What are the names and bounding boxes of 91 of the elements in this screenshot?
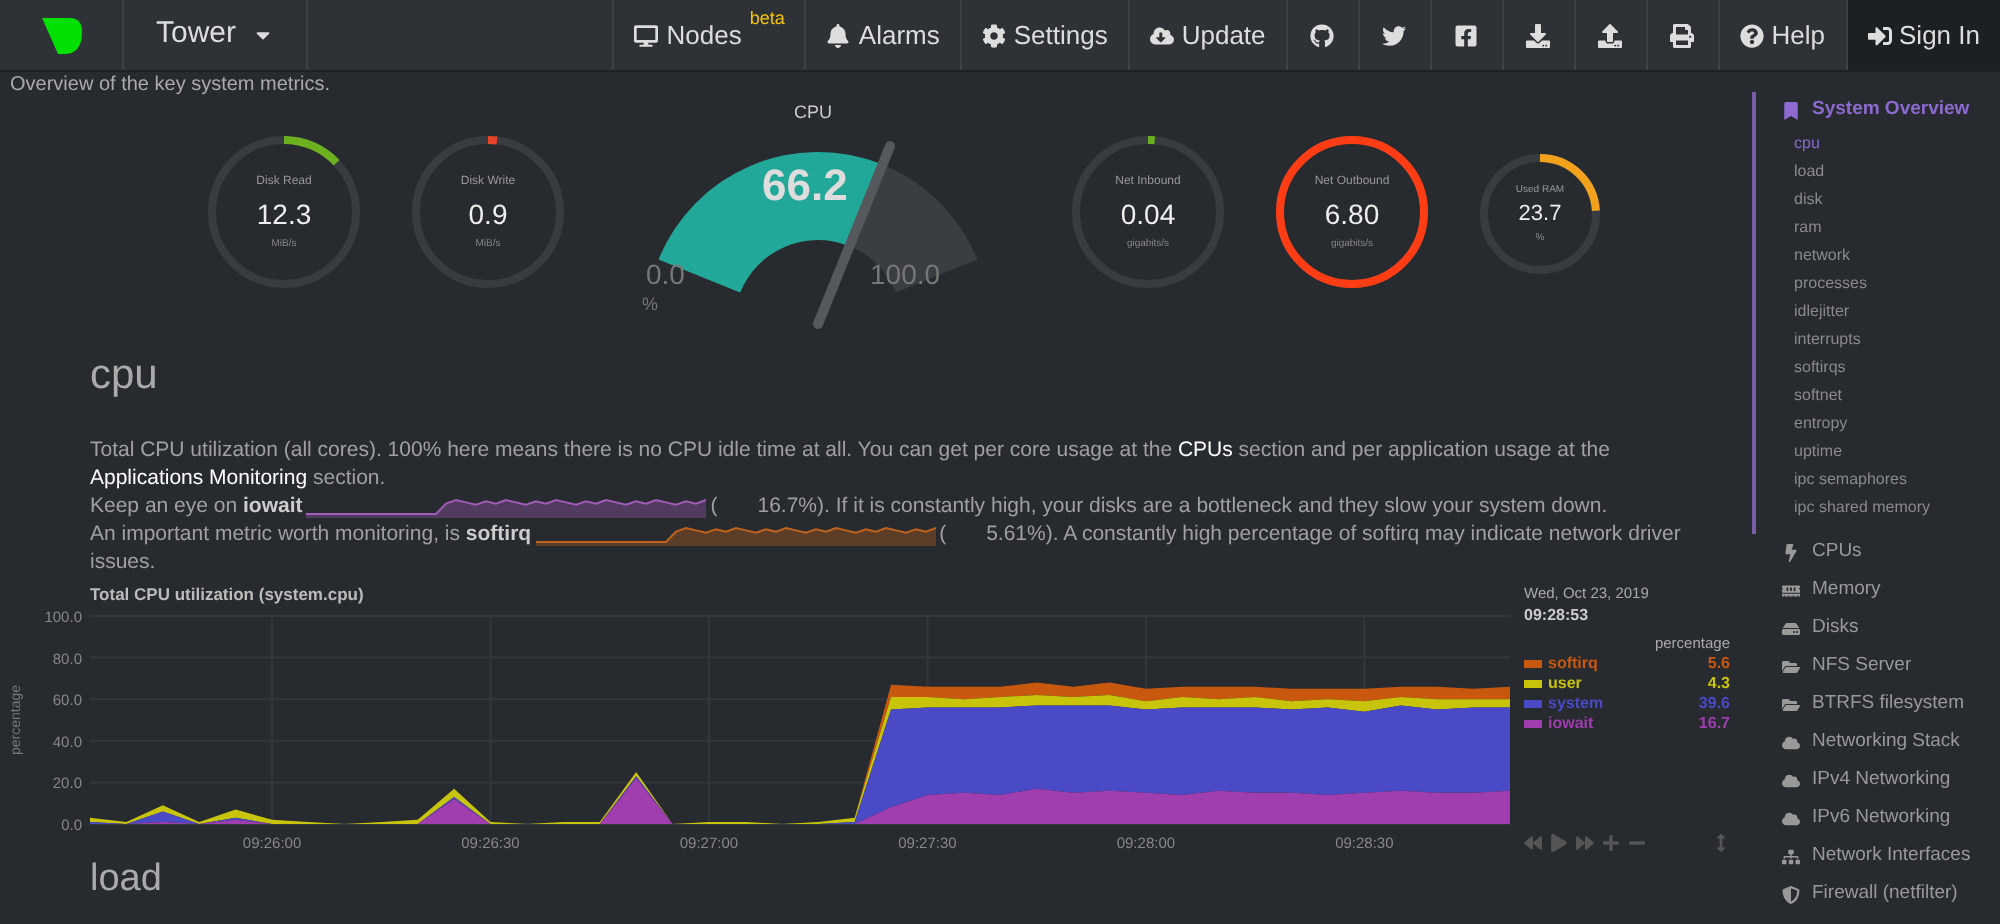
- sidebar-section[interactable]: Network Interfaces: [1782, 838, 2000, 876]
- legend-swatch: [1524, 660, 1542, 668]
- gauge-title: CPU: [794, 104, 833, 122]
- rewind-icon: [1524, 834, 1542, 852]
- legend-value: 5.6: [1707, 656, 1730, 672]
- logo-icon[interactable]: [39, 15, 83, 55]
- sidebar-section[interactable]: CPUs: [1782, 534, 2000, 572]
- sidebar-section[interactable]: System Overview: [1782, 92, 2000, 130]
- drive-icon: [1782, 620, 1800, 638]
- sidebar-item[interactable]: disk: [1782, 186, 2000, 214]
- legend-swatch: [1524, 700, 1542, 708]
- sidebar-section[interactable]: BTRFS filesystem: [1782, 686, 2000, 724]
- legend-label: iowait: [1548, 716, 1594, 732]
- sidebar-item[interactable]: processes: [1782, 270, 2000, 298]
- bird-icon: [1382, 23, 1407, 47]
- fast-forward-icon: [1576, 834, 1594, 852]
- sidebar-item[interactable]: softnet: [1782, 382, 2000, 410]
- sidebar-item[interactable]: idlejitter: [1782, 298, 2000, 326]
- legend-swatch: [1524, 680, 1542, 688]
- bell-icon: [826, 23, 851, 47]
- legend-time: 09:28:53: [1524, 604, 1591, 626]
- sidebar-item[interactable]: softirqs: [1782, 354, 2000, 382]
- gauge-unit: %: [642, 296, 659, 314]
- section-link[interactable]: Applications Monitoring: [90, 466, 308, 490]
- play-icon: [1550, 834, 1568, 852]
- print-icon: [1670, 23, 1695, 47]
- memory-chip-icon: [1782, 582, 1800, 600]
- folder-icon: [1782, 696, 1800, 714]
- gauge-value: 6.80: [1324, 199, 1380, 227]
- bookmark-icon: [1782, 102, 1800, 120]
- download-icon: [1526, 23, 1551, 47]
- chart-title: Total CPU utilization (system.cpu): [90, 584, 366, 604]
- gauge-value: 0.04: [1120, 199, 1176, 227]
- sidebar-section[interactable]: Networking Stack: [1782, 724, 2000, 762]
- legend-value: 4.3: [1707, 676, 1730, 692]
- cloud-icon: [1782, 734, 1800, 752]
- sidebar-item[interactable]: entropy: [1782, 410, 2000, 438]
- gauge-value: 0.9: [468, 199, 508, 227]
- legend-value: 16.7: [1698, 716, 1730, 732]
- sidebar-item[interactable]: ipc semaphores: [1782, 466, 2000, 494]
- legend-label: user: [1548, 676, 1582, 692]
- cloud-download-icon: [1149, 23, 1174, 47]
- nav-button[interactable]: Settings: [959, 0, 1128, 70]
- nav-button[interactable]: Alarms: [804, 0, 960, 70]
- sidebar-section[interactable]: Memory: [1782, 572, 2000, 610]
- legend-swatch: [1524, 720, 1542, 728]
- gauge-min: 0.0: [646, 260, 685, 288]
- settings-icon: [981, 23, 1006, 47]
- folder-icon: [1782, 658, 1800, 676]
- legend-label: softirq: [1548, 656, 1598, 672]
- sidebar-section[interactable]: Firewall (netfilter): [1782, 876, 2000, 914]
- shield-icon: [1782, 886, 1800, 904]
- host-dropdown[interactable]: Tower: [124, 0, 309, 70]
- sitemap-icon: [1782, 848, 1800, 866]
- description-text: An important metric worth monitoring, is softirq ( 5.61%). A constantly high percentage of softirq may indicate network driver issues.: [90, 520, 1683, 576]
- nav-button[interactable]: Update: [1127, 0, 1286, 70]
- nav-button[interactable]: Nodes $^{beta}$: [612, 0, 805, 70]
- legend-value: 39.6: [1698, 696, 1730, 712]
- sign-in-icon: [1867, 23, 1892, 47]
- cloud-icon: [1782, 810, 1800, 828]
- section-heading: load: [90, 860, 164, 900]
- sidebar-item[interactable]: network: [1782, 242, 2000, 270]
- bolt-icon: [1782, 544, 1800, 562]
- nav-button[interactable]: Sign In: [1845, 0, 2000, 70]
- section-link[interactable]: CPUs: [1177, 438, 1233, 462]
- sidebar-item[interactable]: ipc shared memory: [1782, 494, 2000, 522]
- sidebar-item[interactable]: load: [1782, 158, 2000, 186]
- monitor-icon: [634, 23, 659, 47]
- upload-icon: [1598, 23, 1623, 47]
- gauge-value: 12.3: [256, 199, 312, 227]
- gauge-max: 100.0: [870, 260, 941, 288]
- help-icon: [1739, 23, 1764, 47]
- legend-label: system: [1548, 696, 1604, 712]
- intro-text: Overview of the key system metrics.: [10, 74, 333, 98]
- sidebar-item[interactable]: interrupts: [1782, 326, 2000, 354]
- sidebar-section[interactable]: Disks: [1782, 610, 2000, 648]
- description-text: Keep an eye on iowait ( 16.7%). If it is constantly high, your disks are a bottleneck and they slow your system down.: [90, 492, 1610, 520]
- description-text: Total CPU utilization (all cores). 100% here means there is no CPU idle time at all. You can get per core usage at the CPUs section and per application usage at the Applications Monitoring section.: [90, 436, 1612, 492]
- gauge-value: 23.7: [1518, 203, 1562, 225]
- sidebar-item[interactable]: uptime: [1782, 438, 2000, 466]
- gauge-value: 66.2: [762, 164, 848, 208]
- sidebar-item[interactable]: cpu: [1782, 130, 2000, 158]
- plus-icon: [1602, 834, 1620, 852]
- sidebar-section[interactable]: NFS Server: [1782, 648, 2000, 686]
- cloud-icon: [1782, 772, 1800, 790]
- sidebar-section[interactable]: IPv6 Networking: [1782, 800, 2000, 838]
- ring-gauge: [1478, 152, 1602, 276]
- section-heading: cpu: [90, 352, 160, 400]
- sidebar-item[interactable]: ram: [1782, 214, 2000, 242]
- sidebar-section[interactable]: IPv4 Networking: [1782, 762, 2000, 800]
- octocat-icon: [1310, 23, 1335, 47]
